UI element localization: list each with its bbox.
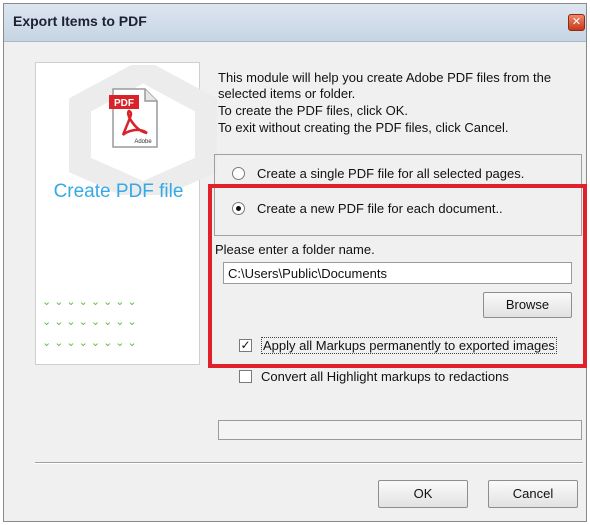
intro-line: To exit without creating the PDF files, … xyxy=(218,120,509,135)
decorative-dots-row: ⌄⌄⌄⌄⌄⌄⌄⌄ xyxy=(42,337,140,349)
browse-button[interactable]: Browse xyxy=(483,292,572,318)
left-banner-panel: PDF Adobe Create PDF file ⌄⌄⌄⌄⌄⌄⌄⌄ ⌄⌄⌄⌄⌄… xyxy=(35,62,217,365)
apply-markups-label: Apply all Markups permanently to exporte… xyxy=(261,337,557,354)
close-button[interactable]: ✕ xyxy=(568,14,585,31)
new-pdf-option[interactable]: Create a new PDF file for each document.… xyxy=(232,201,503,216)
cancel-button-label: Cancel xyxy=(512,486,554,501)
decorative-dots-row: ⌄⌄⌄⌄⌄⌄⌄⌄ xyxy=(42,316,140,328)
convert-highlight-label: Convert all Highlight markups to redacti… xyxy=(261,369,509,384)
checkmark-icon: ✓ xyxy=(240,338,251,352)
single-pdf-radio[interactable] xyxy=(232,167,245,180)
dialog-title: Export Items to PDF xyxy=(13,13,147,29)
create-pdf-heading: Create PDF file xyxy=(53,181,184,202)
svg-text:PDF: PDF xyxy=(114,98,134,109)
title-bar[interactable]: Export Items to PDF ✕ xyxy=(4,4,586,42)
intro-line: This module will help you create Adobe P… xyxy=(218,70,552,101)
svg-text:Adobe: Adobe xyxy=(134,139,152,145)
pdf-document-icon: PDF Adobe xyxy=(109,88,158,148)
close-icon: ✕ xyxy=(571,16,582,28)
export-progress-bar xyxy=(218,420,582,440)
new-pdf-label: Create a new PDF file for each document.… xyxy=(257,201,503,216)
folder-name-label: Please enter a folder name. xyxy=(215,242,375,257)
convert-highlight-option[interactable]: Convert all Highlight markups to redacti… xyxy=(239,369,509,384)
folder-path-input[interactable] xyxy=(223,262,572,284)
export-dialog: Export Items to PDF ✕ PDF Adobe Create P… xyxy=(3,3,587,522)
intro-line: To create the PDF files, click OK. xyxy=(218,103,409,118)
single-pdf-option[interactable]: Create a single PDF file for all selecte… xyxy=(232,166,524,181)
convert-highlight-checkbox[interactable] xyxy=(239,370,252,383)
apply-markups-option[interactable]: ✓ Apply all Markups permanently to expor… xyxy=(239,337,557,354)
intro-text: This module will help you create Adobe P… xyxy=(218,70,578,137)
cancel-button[interactable]: Cancel xyxy=(488,480,578,508)
ok-button-label: OK xyxy=(413,486,433,501)
decorative-dots-row: ⌄⌄⌄⌄⌄⌄⌄⌄ xyxy=(42,296,140,308)
ok-button[interactable]: OK xyxy=(378,480,468,508)
button-separator xyxy=(35,462,583,464)
apply-markups-checkbox[interactable]: ✓ xyxy=(239,339,252,352)
single-pdf-label: Create a single PDF file for all selecte… xyxy=(257,166,525,181)
new-pdf-radio[interactable] xyxy=(232,202,245,215)
browse-button-label: Browse xyxy=(505,297,550,312)
